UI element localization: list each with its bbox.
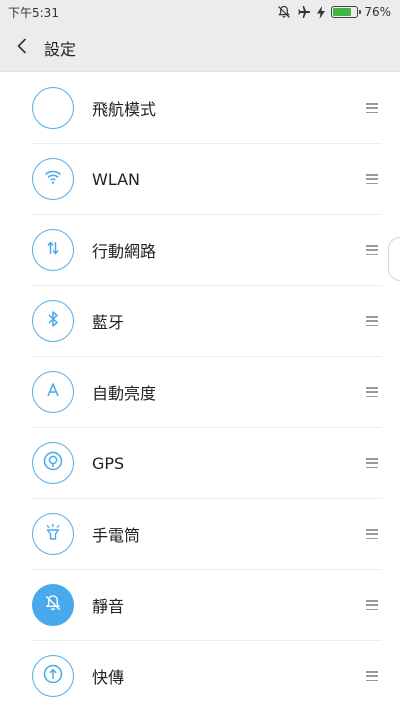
icon-badge[interactable] (32, 655, 74, 697)
status-time: 下午5:31 (8, 5, 59, 20)
battery-icon (331, 6, 362, 18)
list-item-label: GPS (92, 453, 125, 473)
list-item-label: WLAN (92, 169, 141, 189)
airplane-icon (297, 5, 311, 19)
wifi-icon (44, 169, 62, 189)
icon-badge[interactable] (32, 158, 74, 200)
charging-bolt-icon (317, 5, 326, 19)
list-item-flashlight[interactable]: 手電筒 (32, 499, 382, 570)
list-item-label: 手電筒 (92, 526, 141, 545)
drag-handle-icon[interactable] (366, 600, 378, 610)
share-upload-icon (42, 663, 64, 689)
back-button[interactable] (2, 24, 42, 72)
status-bar: 下午5:31 76% (0, 0, 400, 24)
chevron-left-icon (16, 38, 28, 58)
icon-badge[interactable] (32, 442, 74, 484)
drag-handle-icon[interactable] (366, 174, 378, 184)
toggle-list: 飛航模式 WLAN 行動網路 藍牙 自動亮度 GPS 手電筒 靜音 快傳 (0, 73, 400, 711)
list-item-quick-share[interactable]: 快傳 (32, 641, 382, 711)
flashlight-icon (44, 523, 62, 545)
list-item-silent[interactable]: 靜音 (32, 570, 382, 641)
icon-badge[interactable] (32, 229, 74, 271)
bell-off-icon (44, 594, 62, 616)
list-item-bluetooth[interactable]: 藍牙 (32, 286, 382, 357)
location-icon (42, 450, 64, 476)
icon-badge[interactable] (32, 371, 74, 413)
list-item-mobile-network[interactable]: 行動網路 (32, 215, 382, 286)
scroll-handle[interactable] (388, 237, 400, 281)
icon-badge[interactable] (32, 300, 74, 342)
mobile-data-arrows-icon (46, 240, 60, 260)
list-item-label: 自動亮度 (92, 384, 157, 403)
drag-handle-icon[interactable] (366, 316, 378, 326)
auto-brightness-icon (46, 382, 60, 402)
list-item-label: 行動網路 (92, 242, 157, 261)
header: 設定 (0, 24, 400, 72)
icon-badge[interactable] (32, 584, 74, 626)
page-title: 設定 (44, 39, 77, 59)
drag-handle-icon[interactable] (366, 529, 378, 539)
list-item-label: 飛航模式 (92, 100, 157, 119)
battery-level (333, 8, 351, 16)
icon-badge[interactable] (32, 513, 74, 555)
list-item-wlan[interactable]: WLAN (32, 144, 382, 215)
list-item-airplane-mode[interactable]: 飛航模式 (32, 73, 382, 144)
icon-badge[interactable] (32, 87, 74, 129)
bell-off-icon (277, 5, 291, 19)
list-item-label: 靜音 (92, 597, 125, 616)
list-item-label: 快傳 (92, 668, 125, 687)
list-item-auto-brightness[interactable]: 自動亮度 (32, 357, 382, 428)
list-item-label: 藍牙 (92, 313, 125, 332)
drag-handle-icon[interactable] (366, 103, 378, 113)
battery-percent: 76% (364, 5, 391, 19)
drag-handle-icon[interactable] (366, 245, 378, 255)
drag-handle-icon[interactable] (366, 458, 378, 468)
drag-handle-icon[interactable] (366, 387, 378, 397)
bluetooth-icon (47, 310, 59, 332)
airplane-icon (45, 98, 61, 118)
list-item-gps[interactable]: GPS (32, 428, 382, 499)
status-icons: 76% (277, 5, 391, 19)
drag-handle-icon[interactable] (366, 671, 378, 681)
